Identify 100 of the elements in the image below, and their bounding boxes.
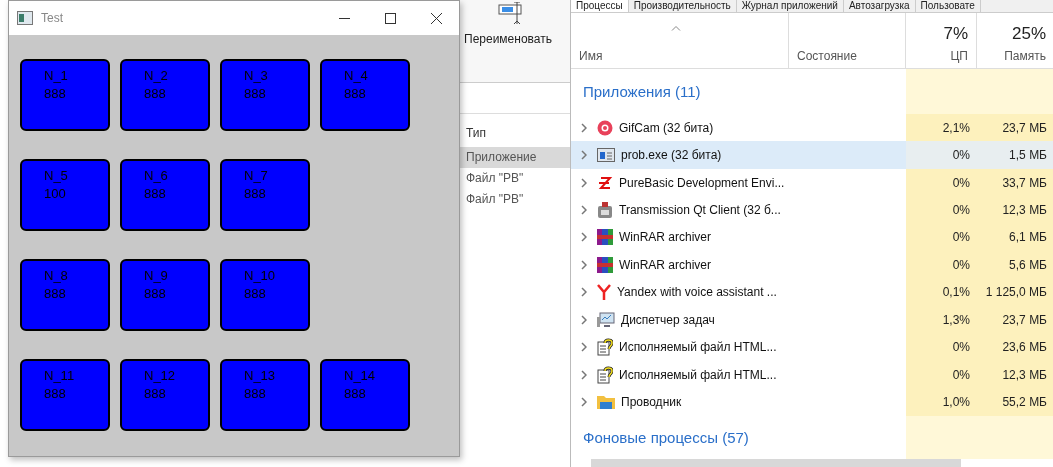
document-question-icon (597, 338, 613, 357)
process-name: Yandex with voice assistant ... (617, 285, 777, 300)
tab[interactable]: Процессы (571, 0, 629, 12)
expand-chevron-icon[interactable] (581, 314, 587, 325)
tile-name: N_12 (144, 368, 176, 383)
tile-value: 888 (144, 286, 166, 301)
memory-value: 33,7 МБ (1002, 175, 1047, 190)
process-name: prob.exe (32 бита) (621, 148, 722, 163)
tile-value: 888 (44, 286, 66, 301)
cpu-value: 2,1% (942, 120, 970, 135)
process-row[interactable]: PureBasic Development Envi... 0% 33,7 МБ (571, 168, 1053, 197)
monitor-icon (597, 311, 615, 328)
tile-value: 888 (144, 186, 166, 201)
memory-value: 1 125,0 МБ (985, 285, 1047, 300)
expand-chevron-icon[interactable] (581, 204, 587, 215)
expand-chevron-icon[interactable] (581, 287, 587, 298)
column-header[interactable]: Тип (458, 114, 570, 147)
document-question-icon (597, 365, 613, 384)
process-row[interactable]: Исполняемый файл HTML... 0% 12,3 МБ (571, 361, 1053, 389)
process-row[interactable]: WinRAR archiver 0% 5,6 МБ (571, 251, 1053, 279)
tile-name: N_13 (244, 368, 276, 383)
process-row[interactable]: prob.exe (32 бита) 0% 1,5 МБ (571, 141, 1053, 169)
tile-value: 100 (44, 186, 66, 201)
tile-value: 888 (244, 86, 266, 101)
machine-icon (597, 200, 613, 219)
tile-name: N_5 (44, 168, 68, 183)
column-header[interactable]: Имя (579, 48, 603, 63)
tile-value: 888 (244, 386, 266, 401)
minimize-icon (338, 17, 350, 19)
process-name: GifCam (32 бита) (619, 120, 714, 135)
file-type-cell-text: Файл "PB" (465, 170, 525, 187)
tile-value: 888 (244, 186, 266, 201)
tile-name: N_3 (244, 68, 268, 83)
memory-total: 25% (1011, 23, 1046, 44)
expand-chevron-icon[interactable] (581, 397, 587, 408)
folder-icon (597, 394, 615, 411)
tile-value: 888 (44, 86, 66, 101)
tile-name: N_6 (144, 168, 168, 183)
tile-name: N_8 (44, 268, 68, 283)
process-row[interactable]: Transmission Qt Client (32 б... 0% 12,3 МБ (571, 196, 1053, 224)
tile-value: 888 (244, 286, 266, 301)
process-row[interactable]: Диспетчер задач 1,3% 23,7 МБ (571, 306, 1053, 334)
process-name: Исполняемый файл HTML... (619, 340, 777, 355)
books-icon (597, 229, 613, 246)
tile-value: 888 (144, 386, 166, 401)
column-header[interactable]: ЦП (950, 48, 968, 63)
expand-chevron-icon[interactable] (581, 150, 587, 161)
tile-name: N_4 (344, 68, 368, 83)
memory-value: 1,5 МБ (1009, 148, 1047, 163)
process-row[interactable]: Исполняемый файл HTML... 0% 23,6 МБ (571, 333, 1053, 362)
close-icon (430, 12, 442, 24)
books-icon (597, 256, 613, 273)
memory-value: 12,3 МБ (1002, 202, 1047, 217)
process-row[interactable]: WinRAR archiver 0% 6,1 МБ (571, 223, 1053, 252)
zigzag-icon (597, 174, 613, 191)
process-name: WinRAR archiver (619, 257, 711, 272)
tile-value: 888 (44, 386, 66, 401)
y-logo-icon (597, 284, 611, 301)
window-title: Test (41, 11, 64, 25)
memory-value: 6,1 МБ (1009, 230, 1047, 245)
group-header[interactable]: Приложения (11) (583, 82, 701, 100)
cpu-value: 0,1% (942, 285, 970, 300)
sort-caret-icon (671, 24, 681, 31)
cpu-value: 0% (952, 340, 970, 355)
column-header[interactable]: Память (1004, 48, 1046, 63)
tile-name: N_11 (44, 368, 75, 383)
tile-name: N_9 (144, 268, 168, 283)
process-row[interactable]: Проводник 1,0% 55,2 МБ (571, 388, 1053, 416)
horizontal-scrollbar[interactable] (591, 459, 961, 467)
process-name: Исполняемый файл HTML... (619, 367, 777, 382)
column-header[interactable]: Состояние (797, 48, 857, 63)
process-name: Transmission Qt Client (32 б... (619, 202, 781, 217)
expand-chevron-icon[interactable] (581, 369, 587, 380)
maximize-icon (384, 12, 396, 24)
tile-name: N_10 (244, 268, 276, 283)
file-type-cell-text: Файл "PB" (465, 191, 525, 208)
expand-chevron-icon[interactable] (581, 259, 587, 270)
memory-value: 55,2 МБ (1002, 395, 1047, 410)
expand-chevron-icon[interactable] (581, 342, 587, 353)
cpu-value: 0% (952, 202, 970, 217)
process-row[interactable]: GifCam (32 бита) 2,1% 23,7 МБ (571, 113, 1053, 142)
tile-name: N_2 (144, 68, 168, 83)
file-type-cell: Приложение (458, 147, 570, 168)
expand-chevron-icon[interactable] (581, 122, 587, 133)
process-name: Проводник (621, 395, 682, 410)
expand-chevron-icon[interactable] (581, 177, 587, 188)
tile-value: 888 (344, 86, 366, 101)
tile-value: 888 (144, 86, 166, 101)
memory-value: 5,6 МБ (1009, 257, 1047, 272)
memory-value: 12,3 МБ (1002, 367, 1047, 382)
group-header[interactable]: Фоновые процессы (57) (583, 429, 749, 447)
process-name: Диспетчер задач (621, 312, 715, 327)
window-icon (17, 11, 33, 25)
memory-value: 23,6 МБ (1002, 340, 1047, 355)
cpu-value: 1,0% (942, 395, 970, 410)
process-name: PureBasic Development Envi... (619, 175, 785, 190)
cpu-total: 7% (943, 23, 968, 44)
cpu-value: 0% (952, 175, 970, 190)
expand-chevron-icon[interactable] (581, 232, 587, 243)
process-row[interactable]: Yandex with voice assistant ... 0,1% 1 125,0 МБ (571, 278, 1053, 307)
